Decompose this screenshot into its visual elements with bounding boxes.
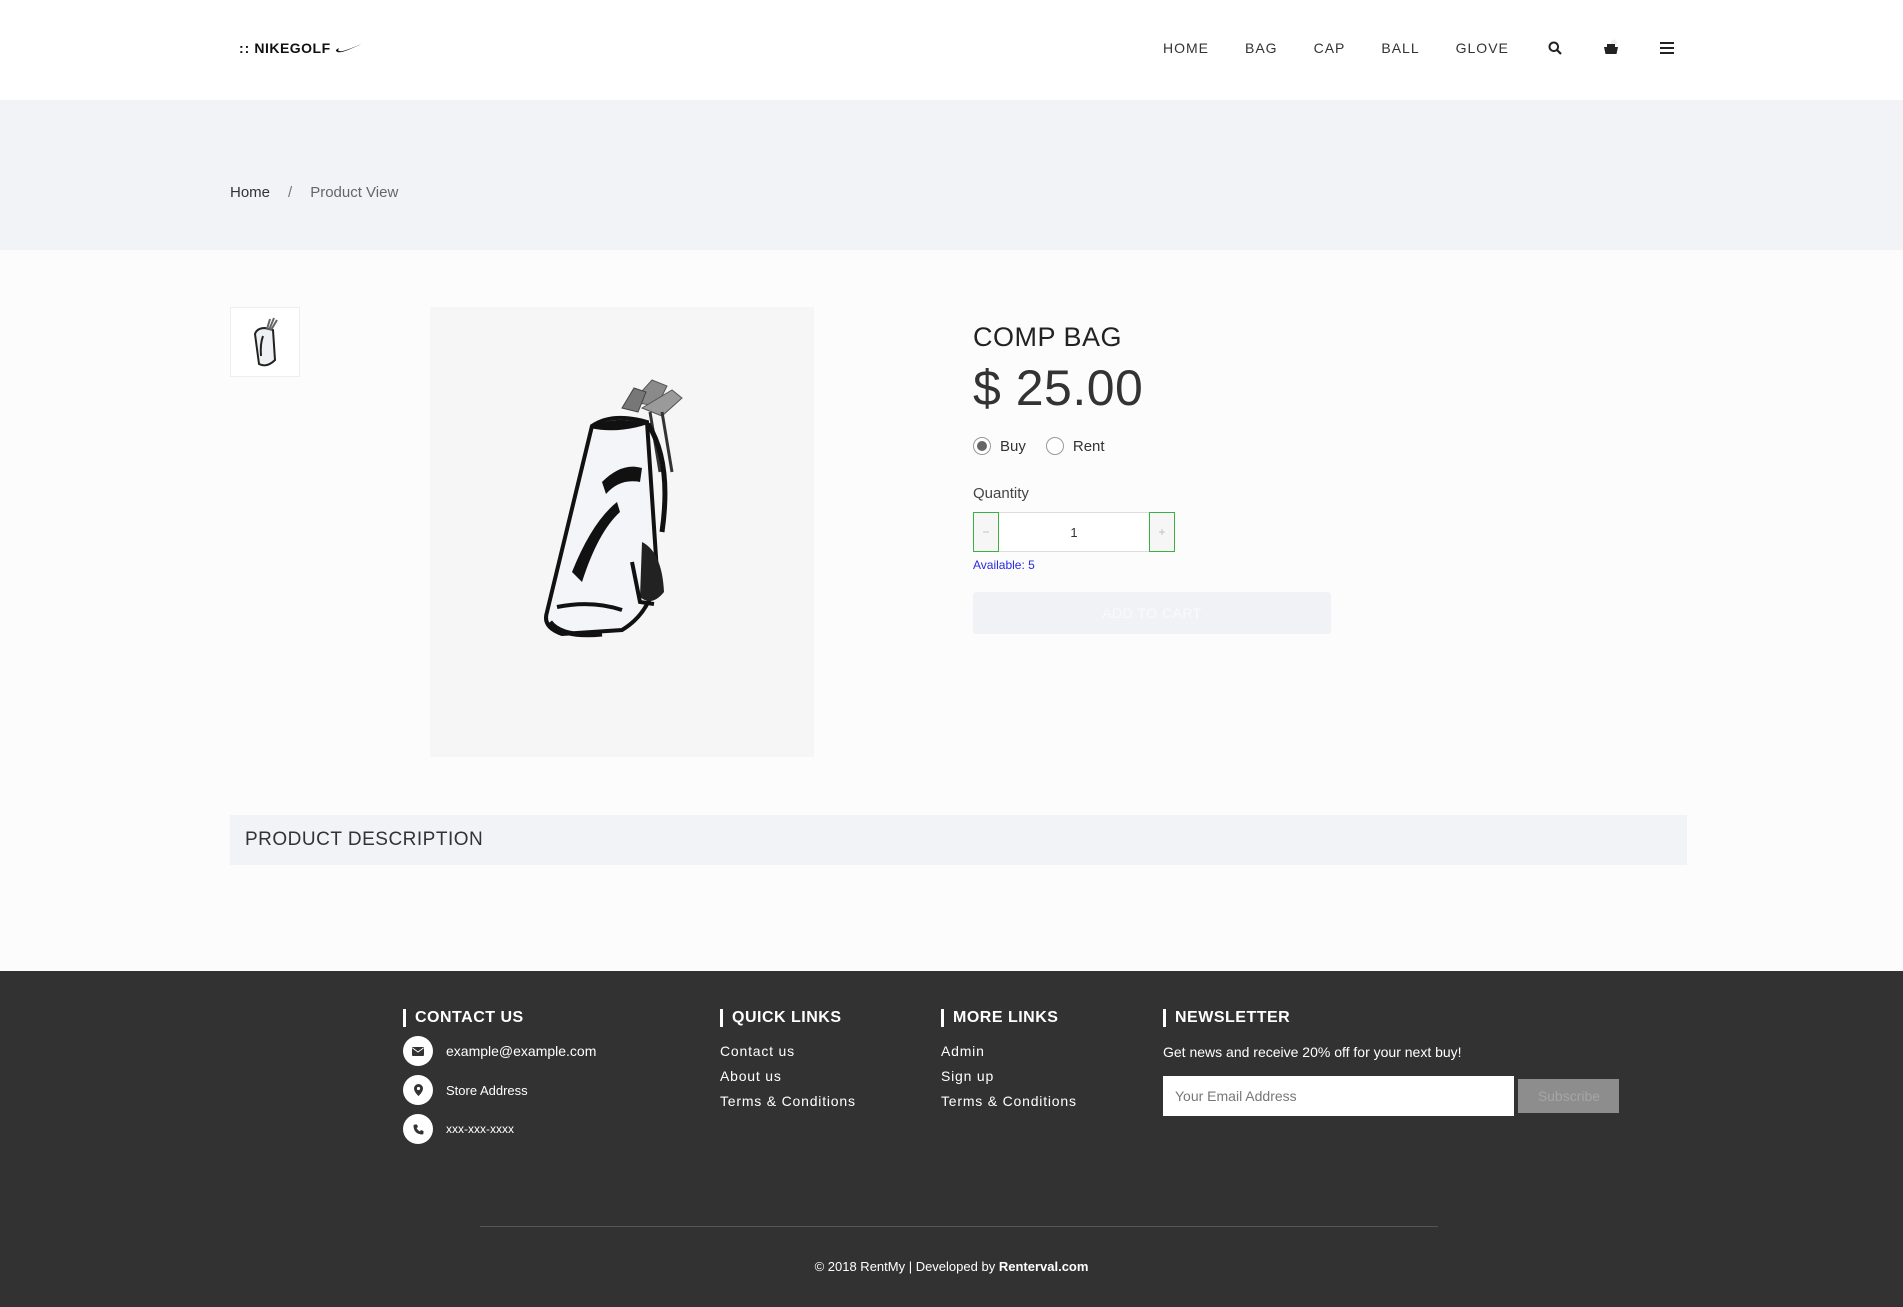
phone-icon <box>403 1114 433 1144</box>
breadcrumb-separator: / <box>288 184 293 201</box>
footer-more-links-column: MORE LINKS Admin Sign up Terms & Conditi… <box>941 1009 1077 1109</box>
more-link-admin[interactable]: Admin <box>941 1043 1077 1059</box>
quick-link-terms[interactable]: Terms & Conditions <box>720 1093 856 1109</box>
quick-links-heading: QUICK LINKS <box>720 1009 856 1027</box>
nav-home[interactable]: HOME <box>1163 40 1209 56</box>
newsletter-text: Get news and receive 20% off for your ne… <box>1163 1044 1462 1060</box>
contact-email-row: example@example.com <box>403 1036 596 1066</box>
quick-link-about-us[interactable]: About us <box>720 1068 856 1084</box>
site-header: :: NIKEGOLF HOME BAG CAP BALL GLOVE <box>0 0 1903 100</box>
nike-swoosh-icon <box>335 43 364 53</box>
product-thumbnail[interactable] <box>230 307 300 377</box>
newsletter-heading: NEWSLETTER <box>1163 1009 1619 1027</box>
main-nav: HOME BAG CAP BALL GLOVE <box>1163 38 1713 58</box>
quantity-decrease-button[interactable]: − <box>973 512 999 552</box>
buy-radio-indicator[interactable] <box>973 437 991 455</box>
newsletter-email-input[interactable] <box>1163 1076 1514 1116</box>
subscribe-button[interactable]: Subscribe <box>1518 1079 1620 1113</box>
more-link-terms[interactable]: Terms & Conditions <box>941 1093 1077 1109</box>
quantity-stepper: − + <box>973 512 1333 552</box>
product-main-image <box>430 307 814 757</box>
golf-bag-image <box>544 379 683 638</box>
quantity-increase-button[interactable]: + <box>1149 512 1175 552</box>
nav-ball[interactable]: BALL <box>1381 40 1419 56</box>
more-link-sign-up[interactable]: Sign up <box>941 1068 1077 1084</box>
developer-link[interactable]: Renterval.com <box>999 1259 1089 1274</box>
product-info: COMP BAG $ 25.00 Buy Rent Quantity − + A… <box>973 322 1333 634</box>
product-description-title: PRODUCT DESCRIPTION <box>245 829 484 850</box>
contact-address: Store Address <box>446 1082 528 1098</box>
nike-golf-logo[interactable]: :: NIKEGOLF <box>239 40 365 56</box>
logo-text: NIKEGOLF <box>254 40 331 56</box>
cart-icon[interactable] <box>1601 38 1621 58</box>
copyright-text: © 2018 RentMy | Developed by <box>814 1259 996 1274</box>
purchase-type-options: Buy Rent <box>973 437 1333 455</box>
nav-bag[interactable]: BAG <box>1245 40 1278 56</box>
breadcrumb: Home / Product View <box>230 184 398 201</box>
buy-radio-label: Buy <box>1000 437 1026 455</box>
rent-radio-label: Rent <box>1072 437 1105 455</box>
logo-dots: :: <box>239 40 251 56</box>
footer-quick-links-column: QUICK LINKS Contact us About us Terms & … <box>720 1009 856 1109</box>
contact-email[interactable]: example@example.com <box>446 1043 596 1059</box>
site-footer: CONTACT US example@example.com Store Add… <box>0 971 1903 1307</box>
contact-heading: CONTACT US <box>403 1009 596 1027</box>
product-title: COMP BAG <box>973 322 1123 352</box>
golf-bag-thumbnail-image <box>253 317 278 367</box>
map-marker-icon <box>403 1075 433 1105</box>
breadcrumb-current: Product View <box>310 184 399 201</box>
quantity-input[interactable] <box>999 512 1149 552</box>
breadcrumb-band: Home / Product View <box>0 100 1903 250</box>
footer-newsletter-column: NEWSLETTER Get news and receive 20% off … <box>1163 1009 1620 1116</box>
search-icon[interactable] <box>1545 38 1565 58</box>
quantity-label: Quantity <box>973 485 1029 502</box>
more-links-heading: MORE LINKS <box>941 1009 1077 1027</box>
rent-radio-indicator[interactable] <box>1045 437 1064 455</box>
menu-icon[interactable] <box>1657 38 1677 58</box>
contact-address-row: Store Address <box>403 1075 596 1105</box>
quick-link-contact-us[interactable]: Contact us <box>720 1043 856 1059</box>
nav-cap[interactable]: CAP <box>1314 40 1346 56</box>
rent-radio[interactable]: Rent <box>1045 437 1105 455</box>
footer-divider <box>480 1226 1438 1227</box>
product-price: $ 25.00 <box>973 360 1144 416</box>
copyright: © 2018 RentMy | Developed by Renterval.c… <box>0 1259 1903 1274</box>
footer-contact-column: CONTACT US example@example.com Store Add… <box>403 1009 596 1144</box>
envelope-icon <box>403 1036 433 1066</box>
contact-phone-row: xxx-xxx-xxxx <box>403 1114 596 1144</box>
add-to-cart-button[interactable]: ADD TO CART <box>973 592 1331 634</box>
contact-phone: xxx-xxx-xxxx <box>446 1122 514 1136</box>
breadcrumb-home[interactable]: Home <box>230 184 270 201</box>
nav-glove[interactable]: GLOVE <box>1456 40 1509 56</box>
product-description-header[interactable]: PRODUCT DESCRIPTION <box>230 815 1687 865</box>
availability-text: Available: 5 <box>973 558 1035 572</box>
buy-radio[interactable]: Buy <box>973 437 1026 455</box>
